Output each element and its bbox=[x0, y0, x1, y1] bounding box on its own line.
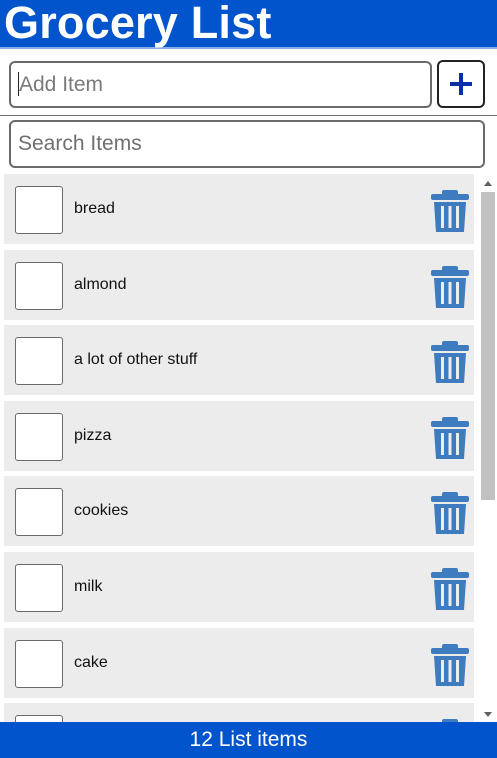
list-item: almond bbox=[4, 249, 474, 320]
scroll-down-arrow-icon[interactable] bbox=[479, 706, 497, 722]
scrollbar-thumb[interactable] bbox=[481, 192, 495, 500]
item-checkbox[interactable] bbox=[15, 261, 63, 310]
trash-icon[interactable] bbox=[431, 492, 469, 535]
item-checkbox[interactable] bbox=[15, 639, 63, 688]
item-checkbox[interactable] bbox=[15, 488, 63, 537]
search-input[interactable] bbox=[9, 120, 485, 168]
trash-icon[interactable] bbox=[431, 341, 469, 384]
list-item: a lot of other stuff bbox=[4, 325, 474, 396]
add-item-form bbox=[0, 52, 497, 116]
plus-icon bbox=[450, 73, 472, 95]
list-scrollbar[interactable] bbox=[479, 175, 497, 722]
item-checkbox[interactable] bbox=[15, 186, 63, 234]
item-checkbox[interactable] bbox=[15, 563, 63, 612]
item-label: cake bbox=[74, 653, 108, 671]
item-count: 12 List items bbox=[189, 728, 308, 751]
list-item: cookies bbox=[4, 476, 474, 547]
trash-icon[interactable] bbox=[431, 567, 469, 610]
list-item: milk bbox=[4, 551, 474, 622]
grocery-list: bread almond a lot of other stuff pizza … bbox=[0, 172, 497, 722]
item-checkbox[interactable] bbox=[15, 412, 63, 461]
trash-icon[interactable] bbox=[431, 416, 469, 459]
item-label: bread bbox=[74, 200, 115, 217]
trash-icon[interactable] bbox=[431, 265, 469, 308]
item-checkbox[interactable] bbox=[15, 715, 63, 722]
trash-icon[interactable] bbox=[431, 190, 469, 232]
app-header: Grocery List bbox=[0, 0, 497, 49]
scroll-up-arrow-icon[interactable] bbox=[479, 175, 497, 191]
app-title: Grocery List bbox=[4, 0, 272, 48]
item-label: pizza bbox=[74, 426, 112, 444]
item-label: a lot of other stuff bbox=[74, 351, 198, 369]
add-item-button[interactable] bbox=[437, 60, 485, 108]
list-item: pizza bbox=[4, 400, 474, 471]
item-label: cookies bbox=[74, 502, 129, 520]
item-checkbox[interactable] bbox=[15, 337, 63, 386]
list-item bbox=[4, 703, 474, 722]
item-count-footer: 12 List items bbox=[0, 722, 497, 758]
add-item-input[interactable] bbox=[9, 61, 432, 108]
item-label: almond bbox=[74, 275, 127, 293]
trash-icon[interactable] bbox=[431, 643, 469, 686]
list-item: cake bbox=[4, 627, 474, 698]
text-caret bbox=[18, 72, 19, 96]
list-item: bread bbox=[4, 174, 474, 244]
item-label: milk bbox=[74, 577, 103, 595]
